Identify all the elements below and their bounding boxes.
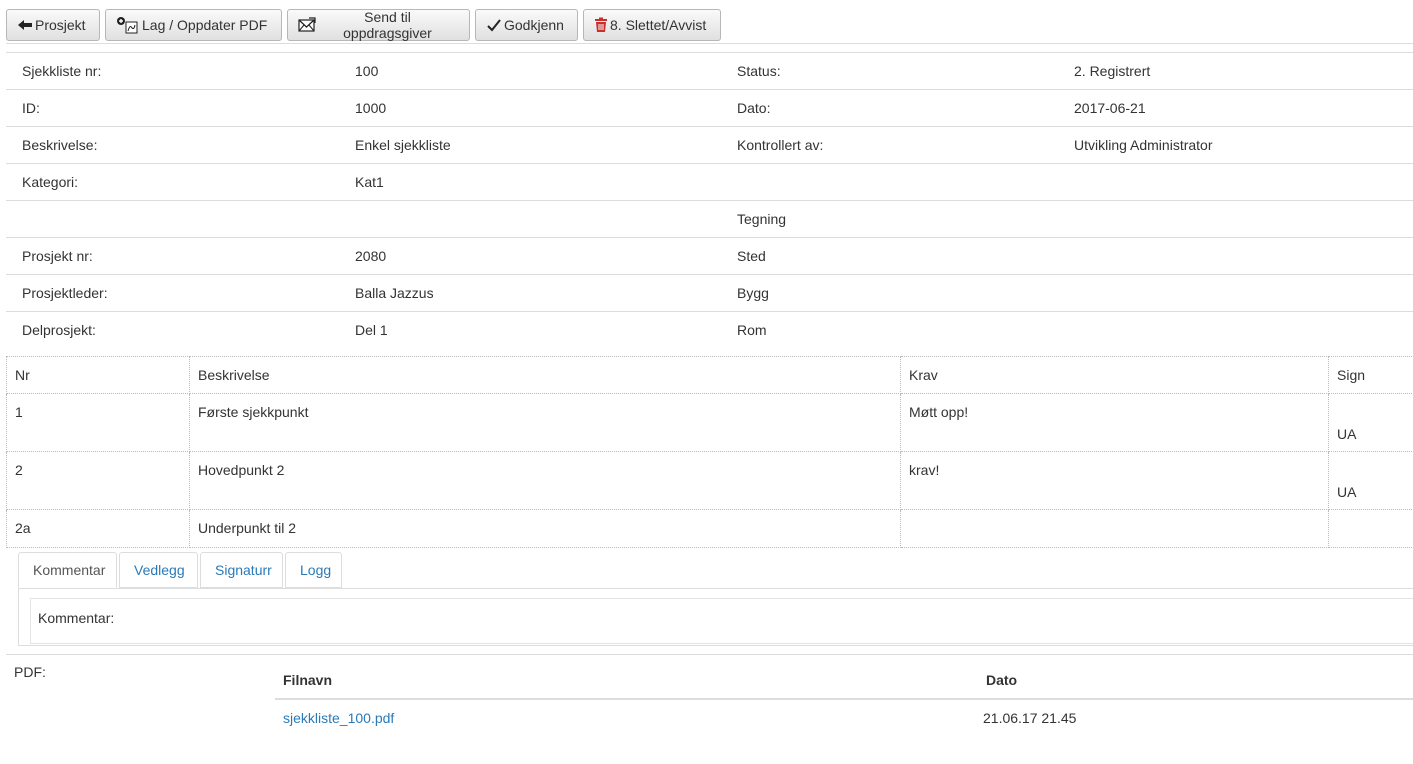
info-value: 2017-06-21 xyxy=(1074,100,1146,116)
info-label: Prosjektleder: xyxy=(22,285,108,301)
row-nr: 2 xyxy=(6,451,190,510)
info-value: 1000 xyxy=(355,100,387,116)
checkmark-icon xyxy=(486,18,502,32)
pdf-file-link[interactable]: sjekkliste_100.pdf xyxy=(283,710,394,726)
row-sign-cell: UA xyxy=(1328,393,1413,452)
info-row: Tegning xyxy=(6,201,1413,238)
column-header-filename: Filnavn xyxy=(283,672,333,688)
info-row: Kategori: Kat1 xyxy=(6,164,1413,201)
info-label: Status: xyxy=(737,63,781,79)
approve-label: Godkjenn xyxy=(504,17,564,33)
toolbar: Prosjekt Lag / Oppdater PDF Send til opp… xyxy=(6,9,726,43)
checklist-info: Sjekkliste nr: 100 Status: 2. Registrert… xyxy=(6,52,1413,348)
info-row: ID: 1000 Dato: 2017-06-21 xyxy=(6,90,1413,127)
approve-button[interactable]: Godkjenn xyxy=(475,9,578,41)
comment-box[interactable]: Kommentar: xyxy=(30,598,1413,644)
pdf-file-date: 21.06.17 21.45 xyxy=(983,710,1077,726)
back-to-project-button[interactable]: Prosjekt xyxy=(6,9,100,41)
column-header-date: Dato xyxy=(986,672,1018,688)
info-label: Sted xyxy=(737,248,766,264)
add-pdf-icon xyxy=(116,16,140,34)
table-row[interactable]: 2 Hovedpunkt 2 krav! UA xyxy=(6,451,1413,510)
checklist-table: Nr Beskrivelse Krav Sign 1 Første sjekkp… xyxy=(6,356,1413,548)
info-row: Prosjekt nr: 2080 Sted xyxy=(6,238,1413,275)
comment-label: Kommentar: xyxy=(38,610,115,626)
table-row[interactable]: 2a Underpunkt til 2 xyxy=(6,509,1413,548)
info-label: Beskrivelse: xyxy=(22,137,98,153)
row-requirement: krav! xyxy=(900,451,1329,510)
row-description: Første sjekkpunkt xyxy=(189,393,901,452)
info-value: Balla Jazzus xyxy=(355,285,434,301)
pdf-label: Lag / Oppdater PDF xyxy=(142,17,268,33)
info-label: Bygg xyxy=(737,285,769,301)
back-label: Prosjekt xyxy=(35,17,86,33)
column-header-description: Beskrivelse xyxy=(189,356,901,394)
row-sign: UA xyxy=(1337,426,1357,442)
info-label: Rom xyxy=(737,322,767,338)
info-value: Del 1 xyxy=(355,322,388,338)
info-value: Utvikling Administrator xyxy=(1074,137,1213,153)
row-requirement: Møtt opp! xyxy=(900,393,1329,452)
tab-attachments[interactable]: Vedlegg xyxy=(119,552,198,588)
tab-bar: Kommentar Vedlegg Signaturr Logg xyxy=(18,552,344,588)
row-description: Underpunkt til 2 xyxy=(189,509,901,548)
toolbar-divider xyxy=(6,43,1413,44)
row-description: Hovedpunkt 2 xyxy=(189,451,901,510)
row-sign-cell: UA xyxy=(1328,451,1413,510)
info-label: Kategori: xyxy=(22,174,79,190)
tab-comment[interactable]: Kommentar xyxy=(18,552,117,588)
tab-signatures[interactable]: Signaturr xyxy=(200,552,283,588)
column-header-nr: Nr xyxy=(6,356,190,394)
info-row: Beskrivelse: Enkel sjekkliste Kontroller… xyxy=(6,127,1413,164)
table-row[interactable]: 1 Første sjekkpunkt Møtt opp! UA xyxy=(6,393,1413,452)
row-nr: 2a xyxy=(6,509,190,548)
info-value: Kat1 xyxy=(355,174,384,190)
row-requirement xyxy=(900,509,1329,548)
info-label: Prosjekt nr: xyxy=(22,248,93,264)
comment-tab-panel: Kommentar: xyxy=(18,588,1413,646)
info-label: Tegning xyxy=(737,211,787,227)
info-value: 100 xyxy=(355,63,379,79)
info-label: Sjekkliste nr: xyxy=(22,63,102,79)
pdf-file-row: sjekkliste_100.pdf 21.06.17 21.45 xyxy=(275,700,1413,734)
info-label: Delprosjekt: xyxy=(22,322,96,338)
row-sign-cell xyxy=(1328,509,1413,548)
create-update-pdf-button[interactable]: Lag / Oppdater PDF xyxy=(105,9,282,41)
row-nr: 1 xyxy=(6,393,190,452)
delete-reject-button[interactable]: 8. Slettet/Avvist xyxy=(583,9,721,41)
arrow-left-icon xyxy=(17,19,33,31)
row-sign: UA xyxy=(1337,484,1357,500)
info-row: Prosjektleder: Balla Jazzus Bygg xyxy=(6,275,1413,312)
pdf-file-table: Filnavn Dato sjekkliste_100.pdf 21.06.17… xyxy=(275,662,1413,734)
info-row: Sjekkliste nr: 100 Status: 2. Registrert xyxy=(6,53,1413,90)
pdf-section-label: PDF: xyxy=(14,664,46,680)
info-label: ID: xyxy=(22,100,40,116)
column-header-requirement: Krav xyxy=(900,356,1329,394)
info-label: Kontrollert av: xyxy=(737,137,824,153)
trash-icon xyxy=(594,17,608,33)
info-row: Delprosjekt: Del 1 Rom xyxy=(6,312,1413,348)
tab-log[interactable]: Logg xyxy=(285,552,342,588)
delete-label: 8. Slettet/Avvist xyxy=(610,17,707,33)
send-to-client-button[interactable]: Send til oppdragsgiver xyxy=(287,9,470,41)
info-label: Dato: xyxy=(737,100,771,116)
info-value: 2. Registrert xyxy=(1074,63,1151,79)
pdf-table-header: Filnavn Dato xyxy=(275,662,1413,700)
envelope-icon xyxy=(298,17,316,33)
info-value: Enkel sjekkliste xyxy=(355,137,451,153)
section-divider xyxy=(6,654,1413,655)
column-header-sign: Sign xyxy=(1328,356,1413,394)
info-value: 2080 xyxy=(355,248,387,264)
table-header-row: Nr Beskrivelse Krav Sign xyxy=(6,356,1413,394)
send-label: Send til oppdragsgiver xyxy=(343,9,432,41)
